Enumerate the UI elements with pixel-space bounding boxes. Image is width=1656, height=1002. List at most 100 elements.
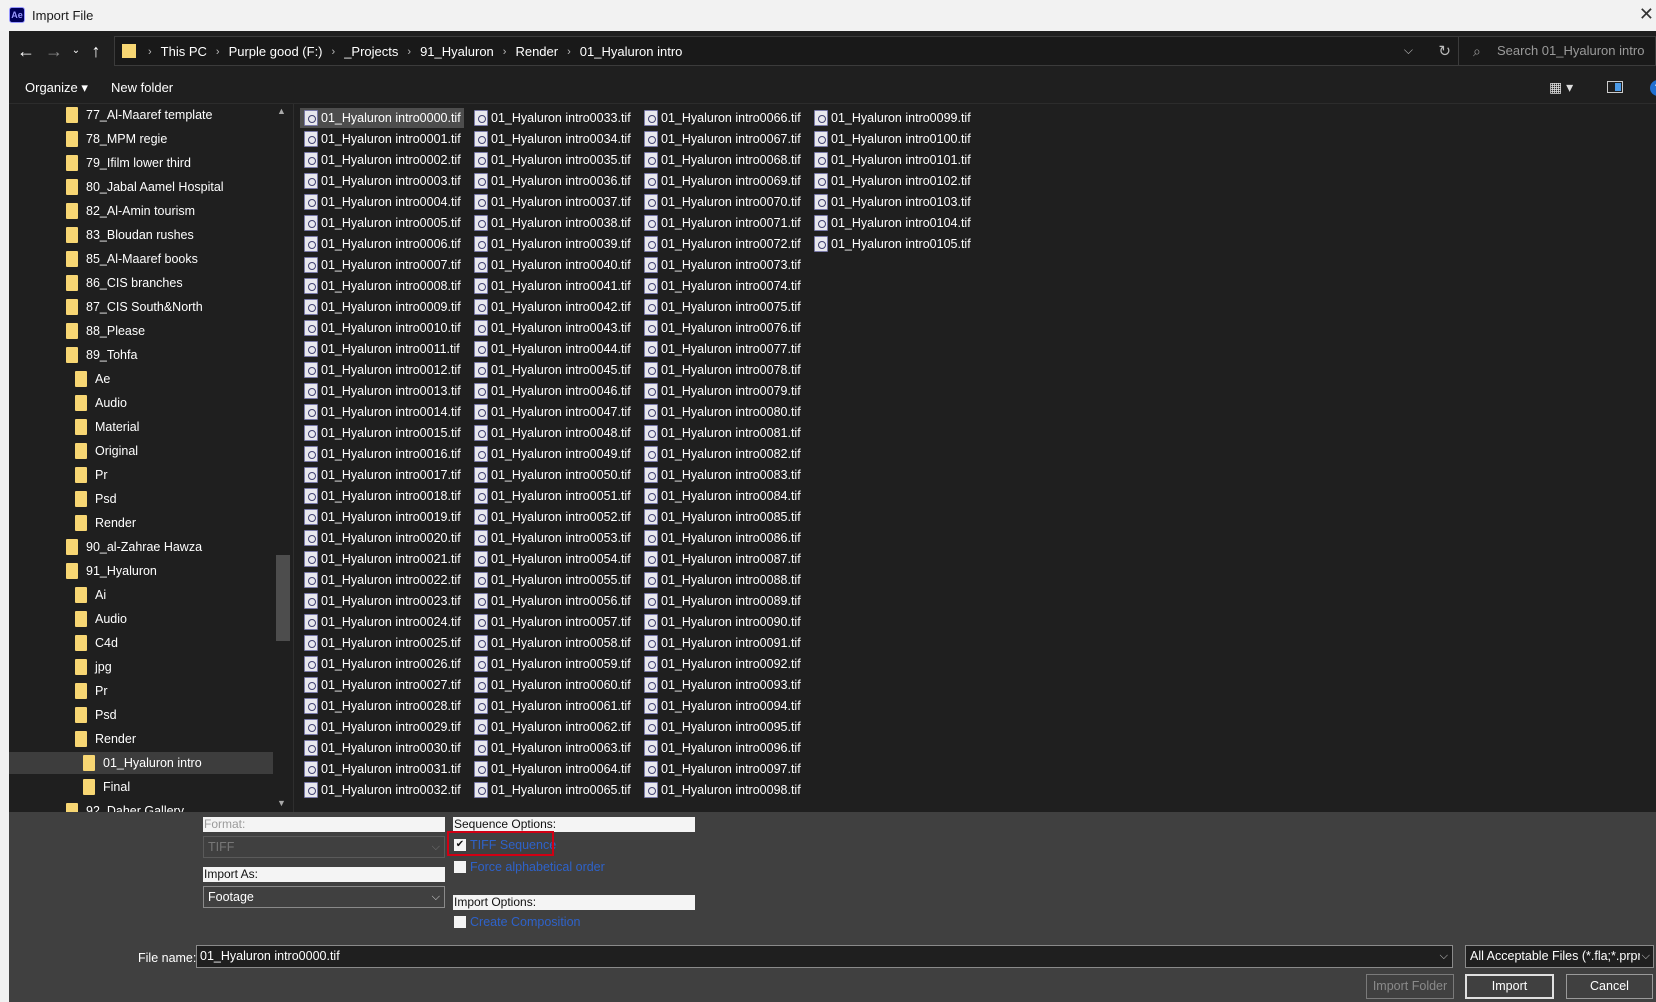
file-item[interactable]: 01_Hyaluron intro0012.tif [300, 360, 464, 380]
file-item[interactable]: 01_Hyaluron intro0078.tif [640, 360, 804, 380]
file-item[interactable]: 01_Hyaluron intro0005.tif [300, 213, 464, 233]
file-item[interactable]: 01_Hyaluron intro0090.tif [640, 612, 804, 632]
chevron-right-icon[interactable]: › [503, 46, 507, 58]
file-item[interactable]: 01_Hyaluron intro0070.tif [640, 192, 804, 212]
file-item[interactable]: 01_Hyaluron intro0069.tif [640, 171, 804, 191]
breadcrumb-item[interactable]: This PC [161, 44, 207, 59]
nav-tree-item[interactable]: Final [83, 776, 130, 798]
file-item[interactable]: 01_Hyaluron intro0055.tif [470, 570, 634, 590]
force-alphabetical-label[interactable]: Force alphabetical order [470, 860, 605, 874]
close-icon[interactable]: ✕ [1639, 4, 1654, 25]
file-item[interactable]: 01_Hyaluron intro0020.tif [300, 528, 464, 548]
file-item[interactable]: 01_Hyaluron intro0051.tif [470, 486, 634, 506]
file-item[interactable]: 01_Hyaluron intro0015.tif [300, 423, 464, 443]
chevron-right-icon[interactable]: › [567, 46, 571, 58]
nav-tree-item[interactable]: Audio [75, 392, 127, 414]
file-item[interactable]: 01_Hyaluron intro0089.tif [640, 591, 804, 611]
force-alphabetical-checkbox[interactable]: Force alphabetical order [454, 860, 605, 874]
nav-scrollbar-thumb[interactable] [276, 555, 290, 641]
file-item[interactable]: 01_Hyaluron intro0017.tif [300, 465, 464, 485]
file-item[interactable]: 01_Hyaluron intro0037.tif [470, 192, 634, 212]
file-item[interactable]: 01_Hyaluron intro0088.tif [640, 570, 804, 590]
chevron-right-icon[interactable]: › [216, 46, 220, 58]
new-folder-button[interactable]: New folder [111, 80, 173, 95]
file-item[interactable]: 01_Hyaluron intro0004.tif [300, 192, 464, 212]
file-item[interactable]: 01_Hyaluron intro0011.tif [300, 339, 463, 359]
file-item[interactable]: 01_Hyaluron intro0032.tif [300, 780, 464, 800]
file-item[interactable]: 01_Hyaluron intro0043.tif [470, 318, 634, 338]
file-item[interactable]: 01_Hyaluron intro0030.tif [300, 738, 464, 758]
file-item[interactable]: 01_Hyaluron intro0006.tif [300, 234, 464, 254]
nav-tree-item[interactable]: Ai [75, 584, 106, 606]
breadcrumb-item[interactable]: 01_Hyaluron intro [580, 44, 683, 59]
file-item[interactable]: 01_Hyaluron intro0059.tif [470, 654, 634, 674]
file-item[interactable]: 01_Hyaluron intro0044.tif [470, 339, 634, 359]
file-item[interactable]: 01_Hyaluron intro0022.tif [300, 570, 464, 590]
checkbox-box[interactable] [454, 861, 466, 873]
file-item[interactable]: 01_Hyaluron intro0025.tif [300, 633, 464, 653]
organize-button[interactable]: Organize ▾ [25, 80, 88, 96]
file-item[interactable]: 01_Hyaluron intro0093.tif [640, 675, 804, 695]
preview-pane-icon[interactable] [1607, 81, 1623, 93]
nav-tree-item[interactable]: jpg [75, 656, 112, 678]
file-item[interactable]: 01_Hyaluron intro0029.tif [300, 717, 464, 737]
file-item[interactable]: 01_Hyaluron intro0077.tif [640, 339, 804, 359]
file-item[interactable]: 01_Hyaluron intro0061.tif [470, 696, 634, 716]
nav-tree-item[interactable]: Ae [75, 368, 110, 390]
nav-tree-item[interactable]: 77_Al-Maaref template [66, 104, 212, 126]
nav-tree-item[interactable]: Material [75, 416, 139, 438]
file-item[interactable]: 01_Hyaluron intro0000.tif [300, 108, 464, 128]
file-item[interactable]: 01_Hyaluron intro0046.tif [470, 381, 634, 401]
file-item[interactable]: 01_Hyaluron intro0066.tif [640, 108, 804, 128]
file-item[interactable]: 01_Hyaluron intro0003.tif [300, 171, 464, 191]
file-item[interactable]: 01_Hyaluron intro0085.tif [640, 507, 804, 527]
nav-tree-item[interactable]: Audio [75, 608, 127, 630]
nav-tree-item[interactable]: Psd [75, 704, 117, 726]
nav-tree-item[interactable]: Render [75, 512, 136, 534]
file-name-value[interactable]: 01_Hyaluron intro0000.tif [200, 949, 340, 963]
file-item[interactable]: 01_Hyaluron intro0065.tif [470, 780, 634, 800]
file-item[interactable]: 01_Hyaluron intro0035.tif [470, 150, 634, 170]
breadcrumb-item[interactable]: Purple good (F:) [229, 44, 323, 59]
file-item[interactable]: 01_Hyaluron intro0002.tif [300, 150, 464, 170]
file-item[interactable]: 01_Hyaluron intro0097.tif [640, 759, 804, 779]
search-box[interactable]: ⌕ [1458, 36, 1656, 66]
address-bar[interactable]: › This PC › Purple good (F:) › _Projects › 91_H… [114, 36, 1466, 66]
file-item[interactable]: 01_Hyaluron intro0024.tif [300, 612, 464, 632]
file-item[interactable]: 01_Hyaluron intro0067.tif [640, 129, 804, 149]
nav-tree-item[interactable]: 80_Jabal Aamel Hospital [66, 176, 224, 198]
file-item[interactable]: 01_Hyaluron intro0031.tif [300, 759, 464, 779]
nav-tree-item[interactable]: 91_Hyaluron [66, 560, 157, 582]
breadcrumb-item[interactable]: _Projects [344, 44, 398, 59]
file-item[interactable]: 01_Hyaluron intro0010.tif [300, 318, 464, 338]
file-item[interactable]: 01_Hyaluron intro0100.tif [810, 129, 974, 149]
file-item[interactable]: 01_Hyaluron intro0050.tif [470, 465, 634, 485]
recent-locations-chevron-icon[interactable]: ⌄ [65, 40, 87, 62]
breadcrumb-item[interactable]: Render [515, 44, 558, 59]
file-item[interactable]: 01_Hyaluron intro0086.tif [640, 528, 804, 548]
file-item[interactable]: 01_Hyaluron intro0016.tif [300, 444, 464, 464]
file-item[interactable]: 01_Hyaluron intro0094.tif [640, 696, 804, 716]
file-item[interactable]: 01_Hyaluron intro0074.tif [640, 276, 804, 296]
file-item[interactable]: 01_Hyaluron intro0075.tif [640, 297, 804, 317]
cancel-button[interactable]: Cancel [1566, 974, 1653, 999]
up-arrow-icon[interactable]: ↑ [85, 40, 107, 62]
refresh-icon[interactable]: ↻ [1438, 42, 1451, 60]
file-item[interactable]: 01_Hyaluron intro0038.tif [470, 213, 634, 233]
nav-tree-item[interactable]: Original [75, 440, 138, 462]
scroll-up-icon[interactable]: ▲ [277, 106, 286, 116]
file-item[interactable]: 01_Hyaluron intro0084.tif [640, 486, 804, 506]
nav-tree-item[interactable]: 88_Please [66, 320, 145, 342]
file-item[interactable]: 01_Hyaluron intro0062.tif [470, 717, 634, 737]
file-item[interactable]: 01_Hyaluron intro0071.tif [640, 213, 804, 233]
breadcrumb-item[interactable]: 91_Hyaluron [420, 44, 494, 59]
create-composition-checkbox[interactable]: Create Composition [454, 915, 580, 929]
help-icon[interactable]: ? [1650, 80, 1656, 96]
file-item[interactable]: 01_Hyaluron intro0045.tif [470, 360, 634, 380]
file-item[interactable]: 01_Hyaluron intro0048.tif [470, 423, 634, 443]
nav-tree-item[interactable]: 87_CIS South&North [66, 296, 203, 318]
file-item[interactable]: 01_Hyaluron intro0041.tif [470, 276, 634, 296]
file-item[interactable]: 01_Hyaluron intro0007.tif [300, 255, 464, 275]
file-item[interactable]: 01_Hyaluron intro0001.tif [300, 129, 464, 149]
file-item[interactable]: 01_Hyaluron intro0068.tif [640, 150, 804, 170]
